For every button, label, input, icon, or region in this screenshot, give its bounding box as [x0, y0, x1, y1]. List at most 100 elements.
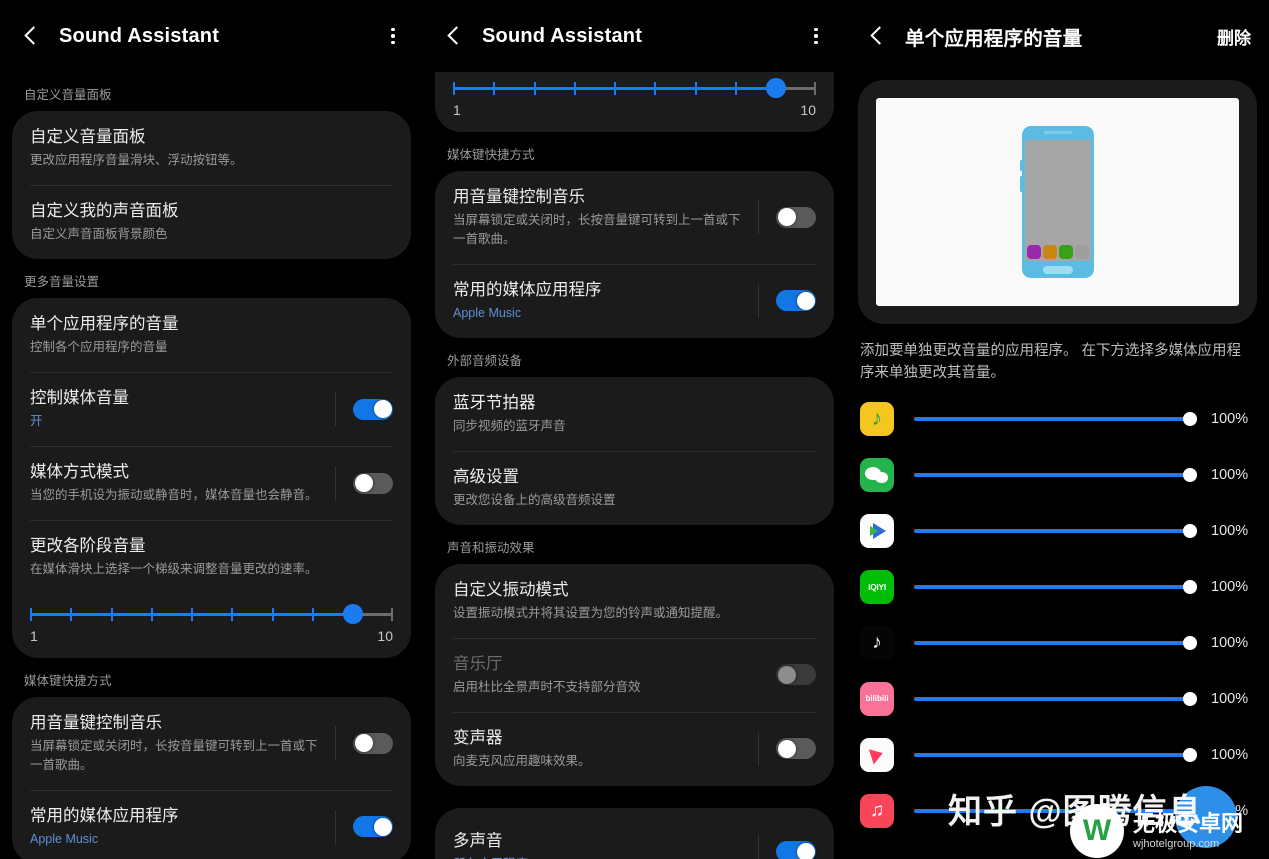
delete-button[interactable]: 删除: [1217, 24, 1251, 49]
back-chevron-icon[interactable]: [864, 23, 890, 49]
list-item[interactable]: ♪ 100%: [846, 615, 1269, 671]
toggle-volume-key-music[interactable]: [353, 732, 393, 754]
right-header: 单个应用程序的音量 删除: [846, 0, 1269, 72]
volume-slider[interactable]: [914, 409, 1197, 429]
list-item-bluetooth-metronome[interactable]: 蓝牙节拍器 同步视频的蓝牙声音: [435, 377, 834, 451]
list-item-title: 变声器: [453, 728, 503, 747]
slider-thumb[interactable]: [1183, 691, 1197, 706]
section-label: 自定义音量面板: [24, 88, 112, 102]
list-item-concert-hall[interactable]: 音乐厅 启用杜比全景声时不支持部分音效: [435, 637, 834, 712]
toggle-multi-sound[interactable]: [776, 841, 816, 859]
slider-thumb[interactable]: [1183, 635, 1197, 650]
volume-slider[interactable]: [914, 521, 1197, 541]
slider-track-area[interactable]: [453, 78, 817, 100]
list-item-default-media-app[interactable]: 常用的媒体应用程序 Apple Music: [12, 789, 411, 859]
volume-slider[interactable]: [914, 633, 1197, 653]
section-label: 媒体键快捷方式: [24, 674, 112, 689]
list-item-volume-steps[interactable]: 更改各阶段音量 在媒体滑块上选择一个梯级来调整音量更改的速率。: [12, 520, 411, 594]
list-item[interactable]: 100%: [846, 503, 1269, 559]
list-item[interactable]: ♪ 100%: [846, 391, 1269, 447]
list-item-subtitle: 在媒体滑块上选择一个梯级来调整音量更改的速率。: [30, 562, 318, 577]
list-item-custom-volume-panel[interactable]: 自定义音量面板 更改应用程序音量滑块、浮动按钮等。: [12, 111, 411, 185]
list-item-custom-vibration[interactable]: 自定义振动模式 设置振动模式并将其设置为您的铃声或通知提醒。: [435, 564, 834, 638]
list-item-title: 常用的媒体应用程序: [30, 806, 179, 825]
slider-max-label: 10: [377, 628, 393, 645]
toggle-default-media-app[interactable]: [353, 816, 393, 838]
right-scroll-area[interactable]: 添加要单独更改音量的应用程序。 在下方选择多媒体应用程序来单独更改其音量。 ♪ …: [846, 80, 1269, 859]
list-item[interactable]: 100%: [846, 447, 1269, 503]
slider-thumb[interactable]: [1183, 411, 1197, 426]
list-item-title: 控制媒体音量: [30, 389, 129, 408]
divider: [335, 466, 336, 501]
list-item-subtitle: 自定义声音面板背景颜色: [30, 227, 168, 242]
overflow-menu-icon[interactable]: [381, 24, 405, 48]
volume-slider[interactable]: [914, 577, 1197, 597]
illustration-card: [858, 80, 1257, 324]
toggle-control-media-volume[interactable]: [353, 398, 393, 420]
list-item-subtitle: Apple Music: [30, 832, 99, 847]
watermark-site-url: wjhotelgroup.com: [1133, 838, 1220, 851]
slider-thumb[interactable]: [342, 604, 363, 625]
settings-card: 自定义振动模式 设置振动模式并将其设置为您的铃声或通知提醒。 音乐厅 启用杜比全…: [435, 563, 834, 786]
slider-thumb[interactable]: [1183, 523, 1197, 538]
list-item-title: 多声音: [453, 831, 503, 850]
volume-slider[interactable]: [914, 689, 1197, 709]
overflow-menu-icon[interactable]: [804, 24, 828, 48]
list-item-multi-sound[interactable]: 多声音 所有应用程序: [435, 808, 834, 859]
phone-volume-illustration: [876, 98, 1239, 306]
volume-slider[interactable]: [914, 745, 1197, 765]
slider-thumb[interactable]: [765, 78, 786, 98]
toggle-voice-changer[interactable]: [776, 738, 816, 760]
list-item-volume-key-music[interactable]: 用音量键控制音乐 当屏幕锁定或关闭时，长按音量键可转到上一首或下一首歌曲。: [12, 697, 411, 790]
bilibili-icon: bilibili: [860, 681, 894, 716]
divider: [758, 658, 759, 692]
list-item-custom-sound-panel[interactable]: 自定义我的声音面板 自定义声音面板背景颜色: [12, 185, 411, 259]
settings-card: 用音量键控制音乐 当屏幕锁定或关闭时，长按音量键可转到上一首或下一首歌曲。 常用…: [12, 697, 411, 859]
back-chevron-icon[interactable]: [18, 23, 44, 49]
section-label: 外部音频设备: [447, 353, 523, 368]
list-item-subtitle: 设置振动模式并将其设置为您的铃声或通知提醒。: [453, 606, 729, 621]
volume-step-slider[interactable]: 1 10: [435, 72, 834, 132]
middle-header: Sound Assistant: [423, 0, 846, 72]
list-item-per-app-volume[interactable]: 单个应用程序的音量 控制各个应用程序的音量: [12, 298, 411, 372]
toggle-volume-key-music[interactable]: [776, 206, 816, 228]
panel-right: 单个应用程序的音量 删除 添加要单独更改音量的应用程序。 在下方选择多媒体应用程…: [846, 0, 1269, 859]
watermark-site-name: 无极安卓网: [1133, 810, 1244, 836]
list-item-subtitle: 当屏幕锁定或关闭时，长按音量键可转到上一首或下一首歌曲。: [30, 739, 318, 773]
list-item[interactable]: 100%: [846, 727, 1269, 783]
list-item-subtitle: 启用杜比全景声时不支持部分音效: [453, 680, 641, 695]
iqiyi-icon: iQIYI: [860, 569, 894, 604]
slider-track-area[interactable]: [30, 604, 394, 626]
volume-step-slider[interactable]: 1 10: [12, 594, 411, 658]
list-item[interactable]: iQIYI 100%: [846, 559, 1269, 615]
list-item-subtitle: 同步视频的蓝牙声音: [453, 419, 566, 434]
list-item-media-mute-mode[interactable]: 媒体方式模式 当您的手机设为振动或静音时，媒体音量也会静音。: [12, 446, 411, 520]
list-item-subtitle: 更改应用程序音量滑块、浮动按钮等。: [30, 153, 243, 168]
slider-thumb[interactable]: [1183, 467, 1197, 482]
watermark-site: W 无极安卓网 wjhotelgroup.com: [1070, 804, 1243, 858]
back-chevron-icon[interactable]: [441, 23, 467, 49]
middle-scroll-area[interactable]: 1 10 媒体键快捷方式 用音量键控制音乐 当屏幕锁定或关闭时，长按音量键可转到…: [423, 72, 846, 859]
left-scroll-area[interactable]: 自定义音量面板 自定义音量面板 更改应用程序音量滑块、浮动按钮等。 自定义我的声…: [0, 72, 423, 859]
list-item-voice-changer[interactable]: 变声器 向麦克风应用趣味效果。: [435, 711, 834, 786]
list-item-advanced-settings[interactable]: 高级设置 更改您设备上的高级音频设置: [435, 450, 834, 525]
list-item-subtitle: 所有应用程序: [453, 855, 750, 859]
toggle-media-mute-mode[interactable]: [353, 472, 393, 494]
list-item[interactable]: bilibili 100%: [846, 671, 1269, 727]
left-header: Sound Assistant: [0, 0, 423, 72]
list-item-control-media-volume[interactable]: 控制媒体音量 开: [12, 372, 411, 446]
list-item-subtitle: 控制各个应用程序的音量: [30, 340, 168, 355]
list-item-title: 音乐厅: [453, 654, 503, 673]
slider-min-label: 1: [453, 102, 461, 118]
slider-min-label: 1: [30, 628, 38, 645]
slider-thumb[interactable]: [1183, 579, 1197, 594]
slider-thumb[interactable]: [1183, 747, 1197, 762]
list-item-title: 媒体方式模式: [30, 463, 129, 482]
list-item-default-media-app[interactable]: 常用的媒体应用程序 Apple Music: [435, 263, 834, 338]
list-item-volume-key-music[interactable]: 用音量键控制音乐 当屏幕锁定或关闭时，长按音量键可转到上一首或下一首歌曲。: [435, 171, 834, 264]
page-description: 添加要单独更改音量的应用程序。 在下方选择多媒体应用程序来单独更改其音量。: [860, 343, 1242, 382]
volume-slider[interactable]: [914, 465, 1197, 485]
section-label: 媒体键快捷方式: [447, 148, 535, 162]
list-item-subtitle: 当屏幕锁定或关闭时，长按音量键可转到上一首或下一首歌曲。: [453, 213, 741, 247]
toggle-default-media-app[interactable]: [776, 290, 816, 312]
